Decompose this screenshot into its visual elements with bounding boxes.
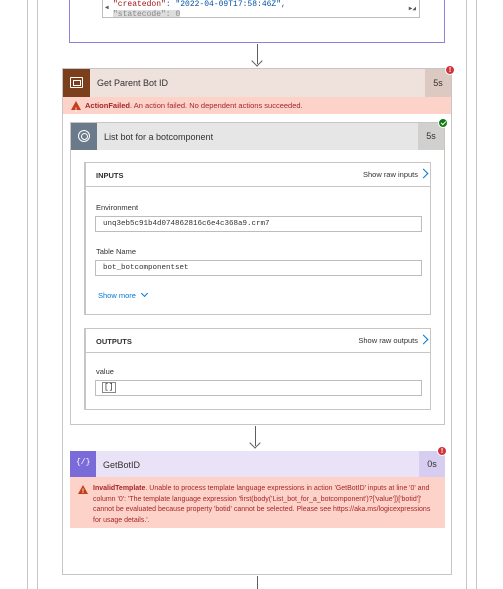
success-status-icon [438, 118, 448, 128]
error-status-icon: ! [445, 65, 455, 75]
value-field[interactable]: [] [95, 380, 422, 396]
expression-icon: {/} [70, 451, 96, 477]
table-name-field[interactable]: bot_botcomponentset [95, 260, 422, 276]
environment-label: Environment [96, 203, 139, 212]
card-header[interactable]: List bot for a botcomponent 5s [71, 123, 444, 150]
scope-title: Get Parent Bot ID [97, 78, 169, 88]
invalid-template-banner: InvalidTemplate. Unable to process templ… [70, 477, 445, 528]
dataverse-icon [71, 123, 97, 150]
value-label: value [96, 367, 114, 376]
environment-field[interactable]: unq3eb5c91b4d074862816c6e4c368a9.crm7 [95, 216, 422, 232]
scroll-right-icon[interactable]: ▶◢ [409, 5, 416, 12]
outputs-section: OUTPUTS Show raw outputs value [] [84, 328, 431, 410]
inputs-title: INPUTS [96, 171, 124, 180]
connector-arrow [251, 44, 264, 68]
value-content: [] [102, 382, 116, 393]
canvas-guide-line [476, 0, 477, 589]
previous-action-card[interactable]: ◀ "createdon": "2022-04-09T17:58:46Z", "… [69, 0, 445, 43]
error-label: InvalidTemplate [93, 485, 146, 492]
canvas-guide-line [37, 0, 38, 589]
inputs-header: INPUTS Show raw inputs [86, 163, 430, 187]
error-label: ActionFailed [85, 101, 131, 110]
action-failed-banner: ActionFailed. An action failed. No depen… [63, 97, 451, 120]
canvas-guide-line [27, 0, 28, 589]
chevron-right-icon[interactable] [418, 334, 429, 345]
outputs-title: OUTPUTS [96, 337, 132, 346]
card-header[interactable]: {/} GetBotID 0s [70, 451, 445, 477]
scope-icon [63, 69, 90, 97]
code-line: "createdon": "2022-04-09T17:58:46Z", [113, 0, 286, 9]
card-title: List bot for a botcomponent [104, 132, 214, 142]
warning-icon [78, 485, 88, 498]
raw-output-code-box[interactable]: ◀ "createdon": "2022-04-09T17:58:46Z", "… [102, 0, 420, 18]
show-more-link[interactable]: Show more [98, 289, 148, 300]
card-title: GetBotID [103, 460, 141, 470]
code-line: "statecode": 0 [113, 10, 181, 18]
inputs-section: INPUTS Show raw inputs Environment unq3e… [84, 162, 431, 315]
list-bot-action-card[interactable]: List bot for a botcomponent 5s INPUTS Sh… [70, 122, 445, 425]
connector-arrow [249, 426, 262, 450]
error-message: . An action failed. No dependent actions… [130, 101, 303, 110]
chevron-right-icon[interactable] [418, 168, 429, 179]
chevron-down-icon [140, 289, 148, 298]
scope-header[interactable]: Get Parent Bot ID 5s [63, 69, 451, 97]
show-raw-outputs-link[interactable]: Show raw outputs [358, 336, 418, 345]
outputs-header: OUTPUTS Show raw outputs [86, 329, 430, 353]
connector-line [257, 576, 258, 589]
canvas-guide-line [466, 0, 467, 589]
get-bot-id-action-card[interactable]: {/} GetBotID 0s InvalidTemplate. Unable … [70, 451, 445, 528]
warning-icon [71, 101, 81, 120]
error-status-icon: ! [437, 446, 447, 456]
table-name-label: Table Name [96, 247, 137, 256]
scroll-left-icon[interactable]: ◀ [105, 4, 109, 11]
show-raw-inputs-link[interactable]: Show raw inputs [363, 170, 418, 179]
